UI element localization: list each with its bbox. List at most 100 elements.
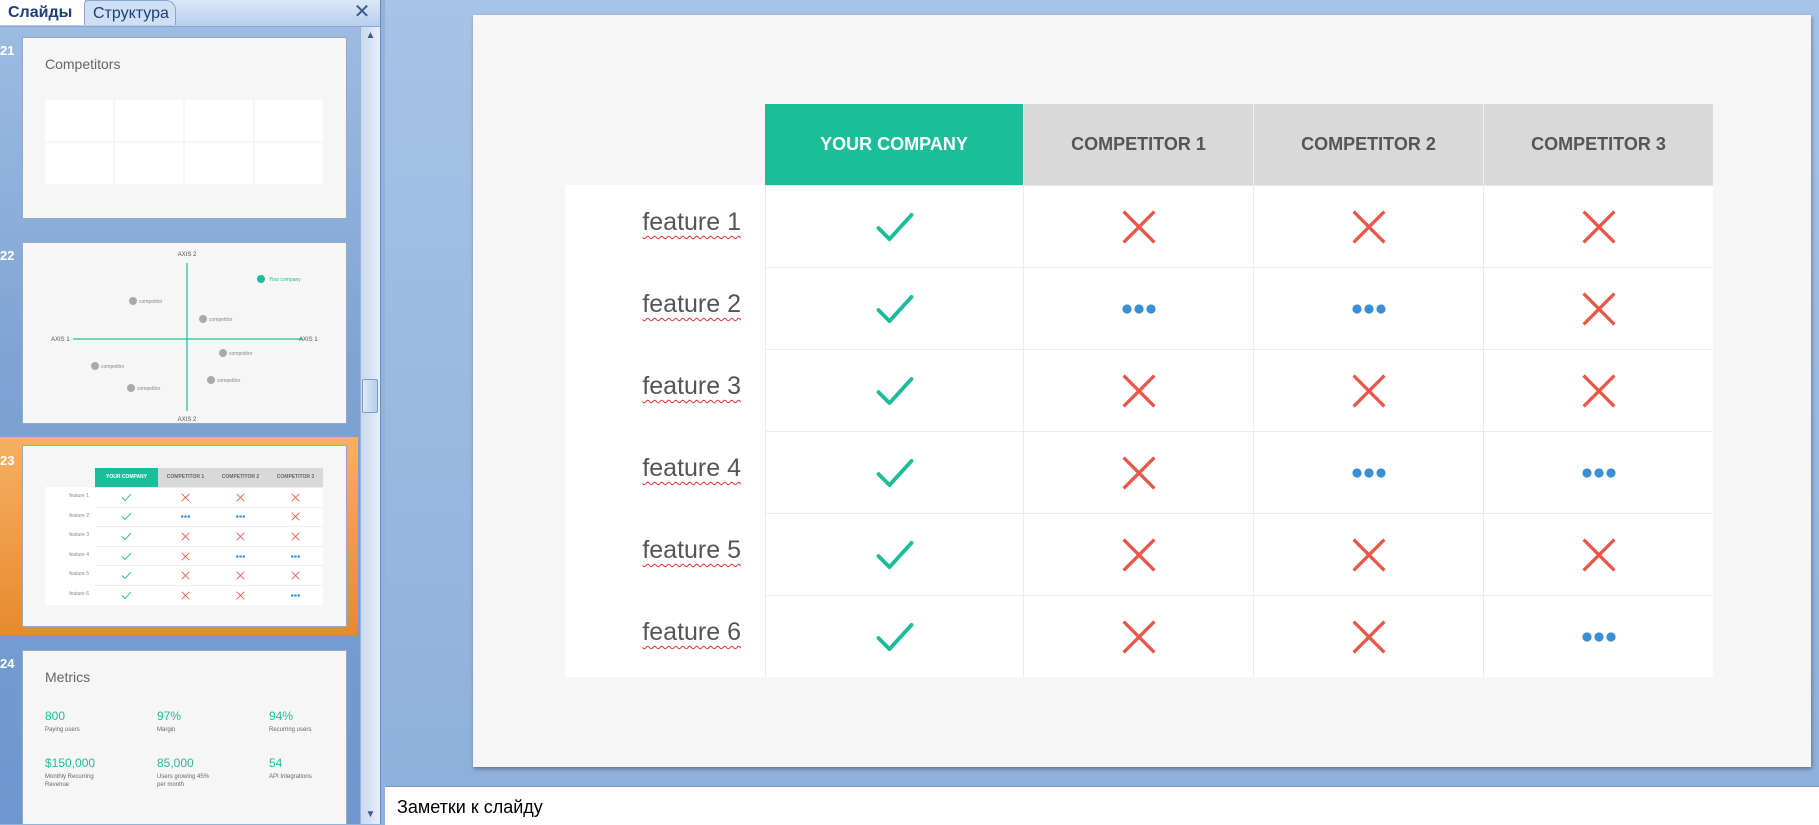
- mini-table-cell: [158, 545, 213, 566]
- competitor-point: [129, 297, 137, 305]
- table-cell: [765, 595, 1023, 677]
- tab-outline[interactable]: Структура: [84, 0, 176, 25]
- mini-table-cell: [95, 526, 158, 546]
- check-icon: [876, 212, 913, 241]
- mini-feature-label: feature 5: [45, 565, 95, 585]
- mini-table-cell: [268, 487, 323, 507]
- feature-label-text: feature 5: [642, 536, 741, 564]
- mini-table-cell: [95, 506, 158, 527]
- table-cell: [1253, 349, 1483, 431]
- metric: 97% Margin: [157, 709, 257, 734]
- mini-header: COMPETITOR 1: [158, 468, 213, 487]
- grid-box: [185, 100, 253, 141]
- slide-thumbnail[interactable]: YOUR COMPANY COMPETITOR 1 COMPETITOR 2 COMP…: [22, 445, 347, 627]
- dots-icon: [235, 554, 246, 558]
- table-cell: [765, 349, 1023, 431]
- metric-label: Margin: [157, 727, 176, 733]
- cross-icon: [1351, 209, 1386, 244]
- thumbnail-scrollbar[interactable]: ▲ ▼: [360, 27, 380, 824]
- close-icon[interactable]: ✕: [352, 2, 372, 22]
- axis-bottom-label: AXIS 2: [178, 417, 197, 423]
- check-icon: [121, 513, 132, 521]
- slide-number: 22: [0, 248, 15, 263]
- check-icon: [121, 552, 132, 560]
- your-company-label: Your company: [269, 277, 301, 283]
- cross-icon: [1121, 619, 1156, 654]
- metric: 800 Paying users: [45, 709, 145, 734]
- table-cell: [1483, 185, 1713, 267]
- cross-icon: [291, 532, 300, 541]
- competitor-label: competitor: [229, 351, 253, 357]
- competitor-point: [127, 384, 135, 392]
- cross-icon: [1581, 291, 1616, 326]
- cross-icon: [1121, 455, 1156, 490]
- mini-table-cell: [268, 506, 323, 527]
- table-cell: [1023, 267, 1253, 349]
- grid-box: [45, 100, 113, 141]
- check-icon: [876, 458, 913, 487]
- competitor-label: competitor: [139, 299, 163, 305]
- metric: 85,000 Users growing 45% per month: [157, 756, 257, 789]
- feature-label: feature 5: [565, 513, 765, 595]
- dots-icon: [1581, 631, 1616, 642]
- cross-icon: [236, 591, 245, 600]
- table-cell: [1483, 349, 1713, 431]
- mini-table-cell: [95, 545, 158, 566]
- cross-icon: [1581, 373, 1616, 408]
- check-icon: [876, 376, 913, 405]
- mini-header: YOUR COMPANY: [95, 468, 158, 487]
- metric-label: Paying users: [45, 727, 80, 733]
- dots-icon: [290, 594, 301, 597]
- slide-thumbnail[interactable]: AXIS 2 AXIS 2 AXIS 1 AXIS 1 Your company…: [22, 242, 347, 424]
- grid-box: [255, 100, 323, 141]
- metric: 94% Recurring users: [269, 709, 346, 734]
- competitor-label: competitor: [209, 317, 233, 323]
- cross-icon: [181, 591, 190, 600]
- cross-icon: [236, 532, 245, 541]
- metric-value: 800: [45, 709, 66, 723]
- thumbnail-title: Competitors: [45, 56, 121, 72]
- metric-value: 54: [269, 756, 283, 770]
- current-slide[interactable]: YOUR COMPANY COMPETITOR 1 COMPETITOR 2 COMP…: [473, 15, 1811, 767]
- scroll-up-icon[interactable]: ▲: [363, 29, 378, 43]
- scroll-thumb[interactable]: [362, 379, 378, 413]
- tab-slides[interactable]: Слайды: [0, 0, 86, 25]
- mini-feature-label: feature 4: [45, 545, 95, 566]
- table-cell: [765, 267, 1023, 349]
- notes-pane[interactable]: Заметки к слайду: [385, 786, 1819, 825]
- check-icon: [876, 294, 913, 323]
- competitor-points: competitor competitor competitor competi…: [91, 297, 253, 392]
- competitor-point: [91, 362, 99, 370]
- competitor-label: competitor: [101, 364, 125, 370]
- thumbnail-title: Metrics: [45, 669, 91, 685]
- table-cell: [1023, 513, 1253, 595]
- scroll-down-icon[interactable]: ▼: [363, 808, 378, 822]
- positioning-map: AXIS 2 AXIS 2 AXIS 1 AXIS 1 Your company…: [51, 252, 318, 423]
- table-cell: [1483, 595, 1713, 677]
- feature-label: feature 6: [565, 595, 765, 677]
- grid-box: [45, 143, 113, 184]
- axis-top-label: AXIS 2: [178, 252, 197, 258]
- dots-icon: [1351, 303, 1386, 314]
- metric-value: $150,000: [45, 756, 96, 770]
- mini-table-cell: [213, 545, 268, 566]
- cross-icon: [1351, 619, 1386, 654]
- cross-icon: [291, 493, 300, 502]
- mini-header: COMPETITOR 2: [213, 468, 268, 487]
- mini-table-cell: [268, 565, 323, 585]
- table-cell: [765, 513, 1023, 595]
- slide-thumbnail[interactable]: Metrics 800 Paying users 97% Margin 94% Recur…: [22, 650, 347, 824]
- header-your-company: YOUR COMPANY: [765, 104, 1023, 185]
- table-cell: [1253, 185, 1483, 267]
- table-cell: [1023, 595, 1253, 677]
- cross-icon: [291, 512, 300, 522]
- header-competitor-2: COMPETITOR 2: [1253, 104, 1483, 185]
- feature-label-text: feature 2: [642, 290, 741, 318]
- mini-header: COMPETITOR 3: [268, 468, 323, 487]
- feature-label-text: feature 4: [642, 454, 741, 482]
- table-cell: [1253, 513, 1483, 595]
- slide-thumbnail[interactable]: Competitors: [22, 37, 347, 219]
- grid-box: [255, 143, 323, 184]
- notes-placeholder[interactable]: Заметки к слайду: [397, 797, 543, 818]
- check-icon: [121, 591, 132, 599]
